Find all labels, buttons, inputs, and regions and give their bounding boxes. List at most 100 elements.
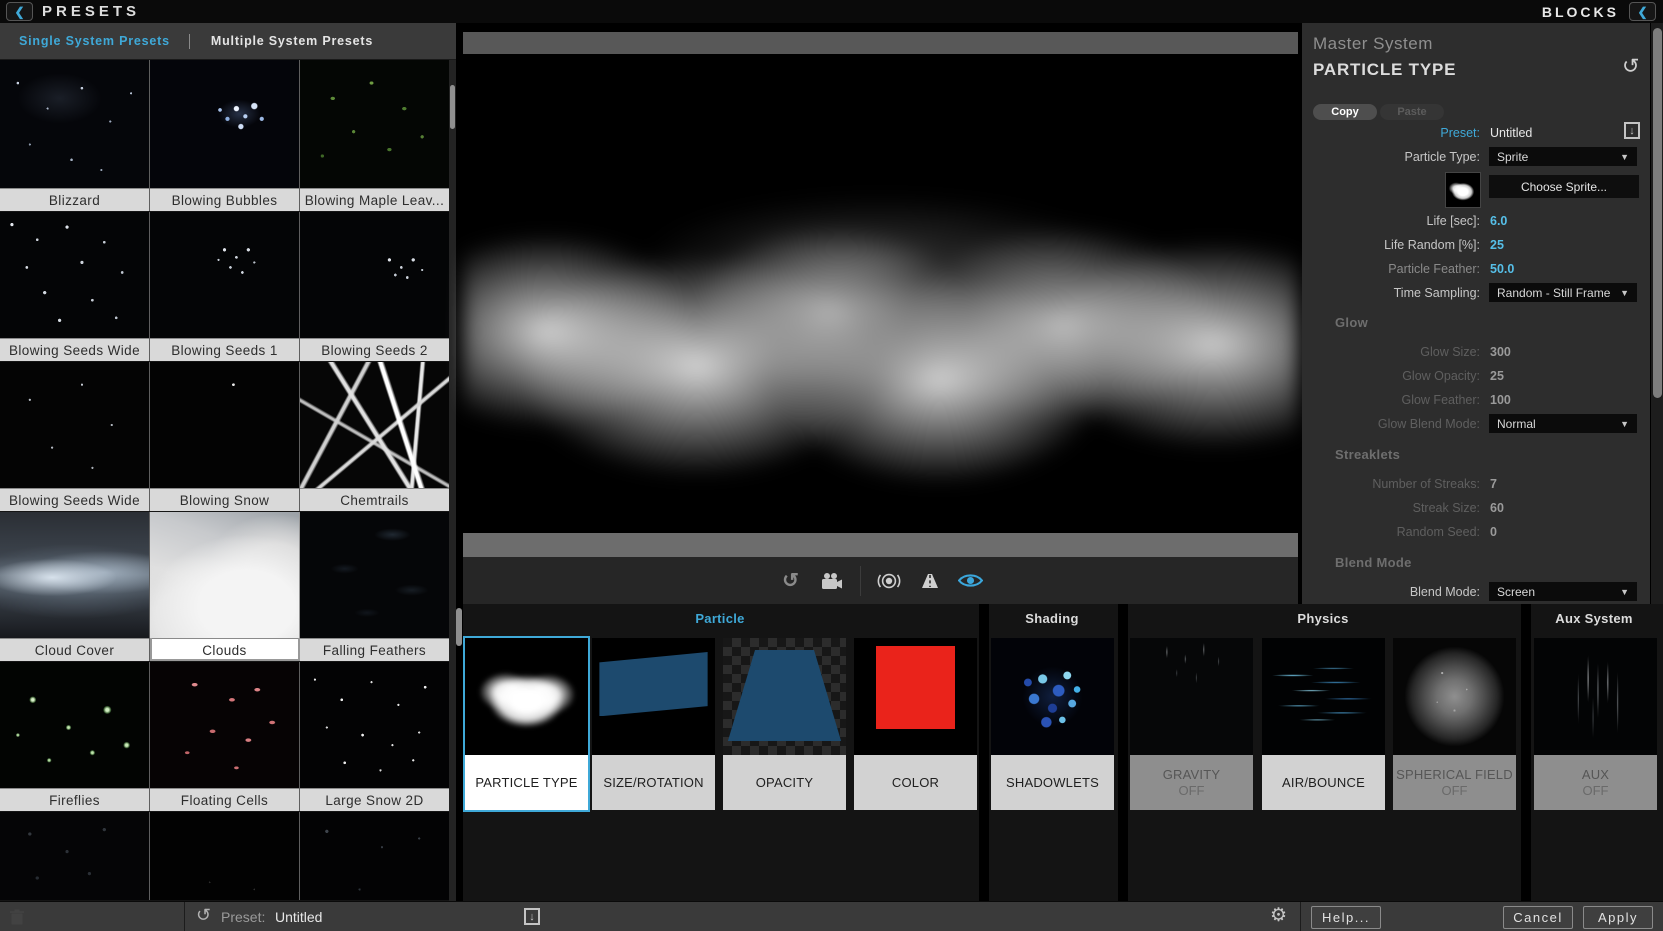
streak-size-label: Streak Size: — [1412, 501, 1480, 515]
sidebar-scrollbar-thumb[interactable] — [450, 85, 455, 129]
particle-type-dropdown[interactable]: Sprite ▼ — [1489, 147, 1637, 166]
group-header-aux-system[interactable]: Aux System — [1555, 604, 1632, 634]
preset-item[interactable]: Blowing Seeds Wide — [0, 212, 150, 361]
back-button[interactable]: ❮ — [6, 2, 33, 21]
glow-size-value[interactable]: 300 — [1490, 345, 1511, 359]
block-label: PARTICLE TYPE — [475, 775, 578, 790]
blocks-collapse-button[interactable]: ❮ — [1629, 2, 1656, 21]
eye-visibility-icon[interactable] — [958, 570, 984, 592]
glow-size-label: Glow Size: — [1420, 345, 1480, 359]
preset-label: Blowing Seeds 1 — [150, 338, 299, 361]
preset-label: Blowing Snow — [150, 488, 299, 511]
preset-thumbnail — [300, 60, 449, 188]
group-header-particle[interactable]: Particle — [695, 604, 744, 634]
preset-item[interactable]: Blowing Seeds 2 — [300, 212, 449, 361]
preset-item[interactable]: Cloud Cover — [0, 512, 150, 661]
preset-label: Chemtrails — [300, 488, 449, 511]
apply-button[interactable]: Apply — [1583, 906, 1653, 929]
block-card-aux[interactable]: AUX OFF — [1534, 638, 1657, 810]
preset-item[interactable]: Blowing Seeds 1 — [150, 212, 300, 361]
tab-single-system-presets[interactable]: Single System Presets — [19, 34, 170, 48]
blend-mode-dropdown[interactable]: Screen ▼ — [1489, 582, 1637, 601]
preset-field-value[interactable]: Untitled — [1490, 126, 1532, 140]
preset-item[interactable]: Blowing Seeds Wide — [0, 362, 150, 511]
block-card-size-rotation[interactable]: SIZE/ROTATION — [592, 638, 715, 810]
number-of-streaks-value[interactable]: 7 — [1490, 477, 1497, 491]
cancel-button[interactable]: Cancel — [1503, 906, 1573, 929]
preset-item[interactable]: Large Snow 2D — [300, 662, 449, 811]
preset-item[interactable]: Floating Cells — [150, 662, 300, 811]
random-seed-value[interactable]: 0 — [1490, 525, 1497, 539]
preset-item[interactable]: Blizzard — [0, 60, 150, 211]
copy-button[interactable]: Copy — [1313, 104, 1377, 120]
preset-item[interactable]: Blowing Bubbles — [150, 60, 300, 211]
preset-item-selected[interactable]: Clouds — [150, 512, 300, 661]
block-card-spherical-field[interactable]: SPHERICAL FIELD OFF — [1393, 638, 1516, 810]
block-card-particle-type[interactable]: PARTICLE TYPE — [463, 636, 590, 812]
glow-blend-mode-dropdown[interactable]: Normal ▼ — [1489, 414, 1637, 433]
preset-label: Fireflies — [0, 788, 149, 811]
footer-preset-label: Preset: — [221, 909, 266, 925]
particle-feather-value[interactable]: 50.0 — [1490, 262, 1514, 276]
group-header-physics[interactable]: Physics — [1297, 604, 1348, 634]
glow-feather-value[interactable]: 100 — [1490, 393, 1511, 407]
sidebar-scrollbar[interactable] — [449, 60, 456, 901]
save-preset-icon[interactable]: ↓ — [1624, 122, 1640, 139]
panel-scrollbar-thumb[interactable] — [1653, 28, 1662, 398]
paste-button[interactable]: Paste — [1380, 104, 1444, 120]
reset-view-icon[interactable]: ↺ — [778, 570, 804, 592]
dropdown-arrow-icon: ▼ — [1620, 287, 1629, 298]
camera-icon[interactable] — [819, 570, 845, 592]
block-thumbnail — [723, 638, 846, 755]
settings-gear-icon[interactable]: ⚙ — [1270, 906, 1287, 925]
block-card-shadowlets[interactable]: SHADOWLETS — [991, 638, 1114, 810]
preset-thumbnail — [300, 512, 449, 638]
top-header: ❮ PRESETS BLOCKS ❮ — [0, 0, 1663, 23]
panel-reset-icon[interactable]: ↺ — [1622, 56, 1640, 77]
preset-item[interactable]: Chemtrails — [300, 362, 449, 511]
preset-item[interactable] — [300, 812, 449, 900]
block-state: OFF — [1582, 783, 1609, 798]
panel-scrollbar[interactable] — [1650, 23, 1663, 604]
glow-opacity-value[interactable]: 25 — [1490, 369, 1504, 383]
preset-thumbnail — [300, 812, 449, 900]
bottom-bar: ↺ Preset: Untitled ↓ ⚙ Help... Cancel Ap… — [0, 901, 1663, 931]
blend-mode-value: Screen — [1497, 584, 1536, 599]
collapse-chevron-icon: ❮ — [1637, 4, 1648, 19]
preset-item[interactable] — [0, 812, 150, 900]
dropdown-arrow-icon: ▼ — [1620, 151, 1629, 162]
glow-opacity-label: Glow Opacity: — [1402, 369, 1480, 383]
preset-item[interactable]: Fireflies — [0, 662, 150, 811]
preset-grid: Blizzard Blowing Bubbles Blowing Maple L… — [0, 60, 449, 901]
life-value[interactable]: 6.0 — [1490, 214, 1507, 228]
preset-item[interactable] — [150, 812, 300, 900]
footer-save-icon[interactable]: ↓ — [524, 908, 540, 925]
master-system-panel: Master System PARTICLE TYPE ↺ Copy Paste… — [1302, 23, 1650, 604]
floor-grid-icon[interactable] — [917, 570, 943, 592]
footer-reset-icon[interactable]: ↺ — [196, 906, 211, 924]
preset-thumbnail — [150, 662, 299, 788]
glow-feather-label: Glow Feather: — [1401, 393, 1480, 407]
preset-label: Clouds — [150, 638, 299, 661]
back-chevron-icon: ❮ — [14, 4, 25, 19]
block-card-gravity[interactable]: GRAVITY OFF — [1130, 638, 1253, 810]
emitter-icon[interactable] — [876, 570, 902, 592]
streak-size-value[interactable]: 60 — [1490, 501, 1504, 515]
trash-icon[interactable] — [10, 909, 24, 930]
block-card-color[interactable]: COLOR — [854, 638, 977, 810]
block-card-air-bounce[interactable]: AIR/BOUNCE — [1262, 638, 1385, 810]
sprite-thumbnail[interactable] — [1445, 172, 1481, 208]
particle-type-label: Particle Type: — [1404, 150, 1480, 164]
choose-sprite-button[interactable]: Choose Sprite... — [1489, 175, 1639, 198]
time-sampling-dropdown[interactable]: Random - Still Frame ▼ — [1489, 283, 1637, 302]
preset-item[interactable]: Falling Feathers — [300, 512, 449, 661]
life-random-value[interactable]: 25 — [1490, 238, 1504, 252]
blocks-scrollbar-thumb[interactable] — [456, 608, 462, 646]
preset-label: Blowing Bubbles — [150, 188, 299, 211]
block-card-opacity[interactable]: OPACITY — [723, 638, 846, 810]
help-button[interactable]: Help... — [1311, 906, 1381, 929]
tab-multiple-system-presets[interactable]: Multiple System Presets — [211, 34, 373, 48]
preset-item[interactable]: Blowing Maple Leav... — [300, 60, 449, 211]
group-header-shading[interactable]: Shading — [1025, 604, 1078, 634]
preset-item[interactable]: Blowing Snow — [150, 362, 300, 511]
